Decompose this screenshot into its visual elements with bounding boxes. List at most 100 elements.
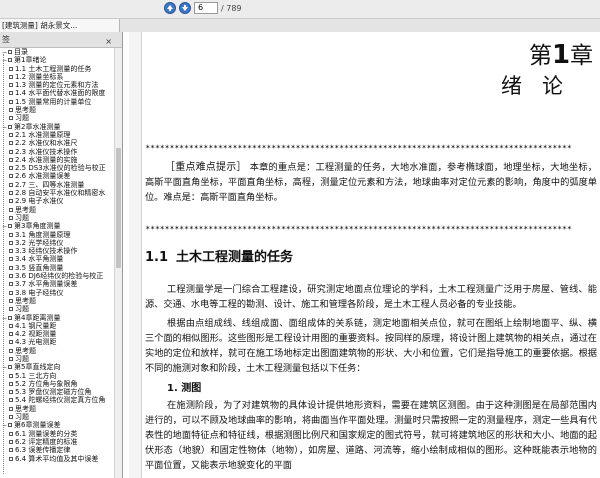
bookmark-item[interactable]: 3.3 经纬仪技术操作 xyxy=(0,247,114,255)
sidebar-scrollbar[interactable] xyxy=(114,48,122,478)
bookmark-page-icon xyxy=(9,415,13,420)
bookmark-item[interactable]: 6.2 评定精度的标准 xyxy=(0,438,114,446)
bookmark-label: 1.3 测量的定位元素和方法 xyxy=(15,81,99,90)
bookmark-item[interactable]: 3.2 光学经纬仪 xyxy=(0,239,114,247)
collapse-icon[interactable]: − xyxy=(2,223,7,230)
bookmark-item[interactable]: 3.8 电子经纬仪 xyxy=(0,289,114,297)
bookmark-page-icon xyxy=(8,224,12,229)
bookmark-item[interactable]: 2.1 水准测量原理 xyxy=(0,131,114,139)
bookmark-item[interactable]: 3.1 角度测量原理 xyxy=(0,231,114,239)
bookmark-item[interactable]: 2.4 水准测量的实施 xyxy=(0,156,114,164)
collapse-icon[interactable]: − xyxy=(2,124,7,131)
bookmark-page-icon xyxy=(9,290,13,295)
bookmark-label: 思考题 xyxy=(15,346,36,355)
bookmark-label: 2.9 电子水准仪 xyxy=(15,197,64,206)
bookmark-label: 3.2 光学经纬仪 xyxy=(15,238,64,247)
bookmark-page-icon xyxy=(9,348,13,353)
bookmark-item[interactable]: 习题 xyxy=(0,305,114,313)
bookmark-item[interactable]: 4.3 光电测距 xyxy=(0,338,114,346)
bookmark-item[interactable]: − 第6章测量误差 xyxy=(0,421,114,429)
bookmark-item[interactable]: 习题 xyxy=(0,214,114,222)
bookmark-label: 目录 xyxy=(14,48,28,56)
bookmark-item[interactable]: 思考题 xyxy=(0,106,114,114)
bookmark-item[interactable]: − 目录 xyxy=(0,48,114,56)
bookmark-item[interactable]: 6.3 误差传播定律 xyxy=(0,446,114,454)
bookmark-label: 4.3 光电测距 xyxy=(15,338,57,347)
bookmark-item[interactable]: 2.3 水准仪技术操作 xyxy=(0,148,114,156)
collapse-icon[interactable]: − xyxy=(2,364,7,371)
bookmark-item[interactable]: 思考题 xyxy=(0,405,114,413)
bookmark-item[interactable]: 6.4 算术平均值及其中误差 xyxy=(0,455,114,463)
bookmark-item[interactable]: − 第4章距离测量 xyxy=(0,314,114,322)
bookmark-label: 2.6 水准测量误差 xyxy=(15,172,71,181)
chapter-suffix: 章 xyxy=(570,43,594,69)
document-tab[interactable]: [建筑测量] 胡永景文... xyxy=(0,19,120,32)
page-number-input[interactable]: 6 xyxy=(194,2,218,14)
bookmark-item[interactable]: 6.1 测量误差的分类 xyxy=(0,430,114,438)
bookmark-item[interactable]: − 第1章绪论 xyxy=(0,56,114,64)
bookmark-item[interactable]: − 第5章直线定向 xyxy=(0,363,114,371)
bookmark-item[interactable]: 1.5 测量常用的计量单位 xyxy=(0,98,114,106)
collapse-icon[interactable]: − xyxy=(2,315,7,322)
bookmark-label: 2.7 三、四等水准测量 xyxy=(15,180,85,189)
bookmark-item[interactable]: 4.2 视距测量 xyxy=(0,330,114,338)
bookmark-item[interactable]: 习题 xyxy=(0,413,114,421)
bookmark-item[interactable]: 3.5 竖直角测量 xyxy=(0,264,114,272)
bookmark-label: 4.2 视距测量 xyxy=(15,330,57,339)
arrow-down-icon xyxy=(182,5,188,11)
previous-page-button[interactable] xyxy=(164,2,176,14)
next-page-button[interactable] xyxy=(179,2,191,14)
bookmark-item[interactable]: 思考题 xyxy=(0,347,114,355)
bookmarks-sidebar: 签 × − 目录 − 第1章绪论 1.1 土木工程测量的任务 1.2 测量坐标系 1.3 测… xyxy=(0,32,123,478)
bookmark-page-icon xyxy=(9,199,13,204)
bookmark-item[interactable]: 3.4 水平角测量 xyxy=(0,255,114,263)
bookmark-item[interactable]: 思考题 xyxy=(0,206,114,214)
bookmark-item[interactable]: 4.1 钢尺量距 xyxy=(0,322,114,330)
bookmark-item[interactable]: 2.9 电子水准仪 xyxy=(0,197,114,205)
bookmark-item[interactable]: 5.4 陀螺经纬仪测定真方位角 xyxy=(0,396,114,404)
bookmark-label: 习题 xyxy=(15,305,29,314)
chapter-number: 第1章 xyxy=(529,42,593,69)
bookmark-page-icon xyxy=(9,157,13,162)
bookmark-label: 3.5 竖直角测量 xyxy=(15,263,64,272)
bookmark-item[interactable]: 5.1 三北方向 xyxy=(0,372,114,380)
bookmark-item[interactable]: 3.7 水平角测量误差 xyxy=(0,280,114,288)
bookmark-page-icon xyxy=(9,274,13,279)
collapse-icon[interactable]: − xyxy=(2,57,7,64)
bookmark-item[interactable]: − 第2章水准测量 xyxy=(0,123,114,131)
bookmark-item[interactable]: 2.5 DS3水准仪的检验与校正 xyxy=(0,164,114,172)
bookmark-item[interactable]: 5.2 方位角与象限角 xyxy=(0,380,114,388)
bookmark-item[interactable]: 1.1 土木工程测量的任务 xyxy=(0,65,114,73)
bookmark-item[interactable]: 1.4 水平面代替水准面的限度 xyxy=(0,89,114,97)
bookmark-label: 思考题 xyxy=(15,106,36,115)
bookmark-item[interactable]: 习题 xyxy=(0,114,114,122)
scrollbar-thumb[interactable] xyxy=(116,148,121,268)
bookmark-page-icon xyxy=(9,182,13,187)
bookmark-page-icon xyxy=(9,257,13,262)
bookmark-item[interactable]: 2.8 自动安平水准仪和精密水 xyxy=(0,189,114,197)
bookmark-item[interactable]: 思考题 xyxy=(0,297,114,305)
sidebar-title: 签 xyxy=(2,35,10,44)
bookmark-item[interactable]: 3.6 DJ6经纬仪的检验与校正 xyxy=(0,272,114,280)
bookmark-item[interactable]: 5.3 罗盘仪测定磁方位角 xyxy=(0,388,114,396)
bookmark-item[interactable]: 习题 xyxy=(0,355,114,363)
bookmark-label: 习题 xyxy=(15,354,29,363)
bookmark-page-icon xyxy=(9,232,13,237)
bookmark-item[interactable]: 1.3 测量的定位元素和方法 xyxy=(0,81,114,89)
bookmark-label: 2.3 水准仪技术操作 xyxy=(15,147,78,156)
bookmark-item[interactable]: 2.6 水准测量误差 xyxy=(0,172,114,180)
bookmark-page-icon xyxy=(9,431,13,436)
close-icon[interactable]: × xyxy=(105,34,112,49)
bookmark-item[interactable]: − 第3章角度测量 xyxy=(0,222,114,230)
bookmark-item[interactable]: 2.2 水准仪和水准尺 xyxy=(0,139,114,147)
bookmark-page-icon xyxy=(8,124,12,129)
collapse-icon[interactable]: − xyxy=(2,422,7,429)
bookmark-item[interactable]: 1.2 测量坐标系 xyxy=(0,73,114,81)
bookmark-page-icon xyxy=(9,141,13,146)
bookmark-page-icon xyxy=(9,332,13,337)
bookmark-page-icon xyxy=(9,456,13,461)
bookmark-page-icon xyxy=(9,398,13,403)
bookmark-item[interactable]: 2.7 三、四等水准测量 xyxy=(0,181,114,189)
bookmark-page-icon xyxy=(9,323,13,328)
collapse-icon[interactable]: − xyxy=(2,49,7,56)
